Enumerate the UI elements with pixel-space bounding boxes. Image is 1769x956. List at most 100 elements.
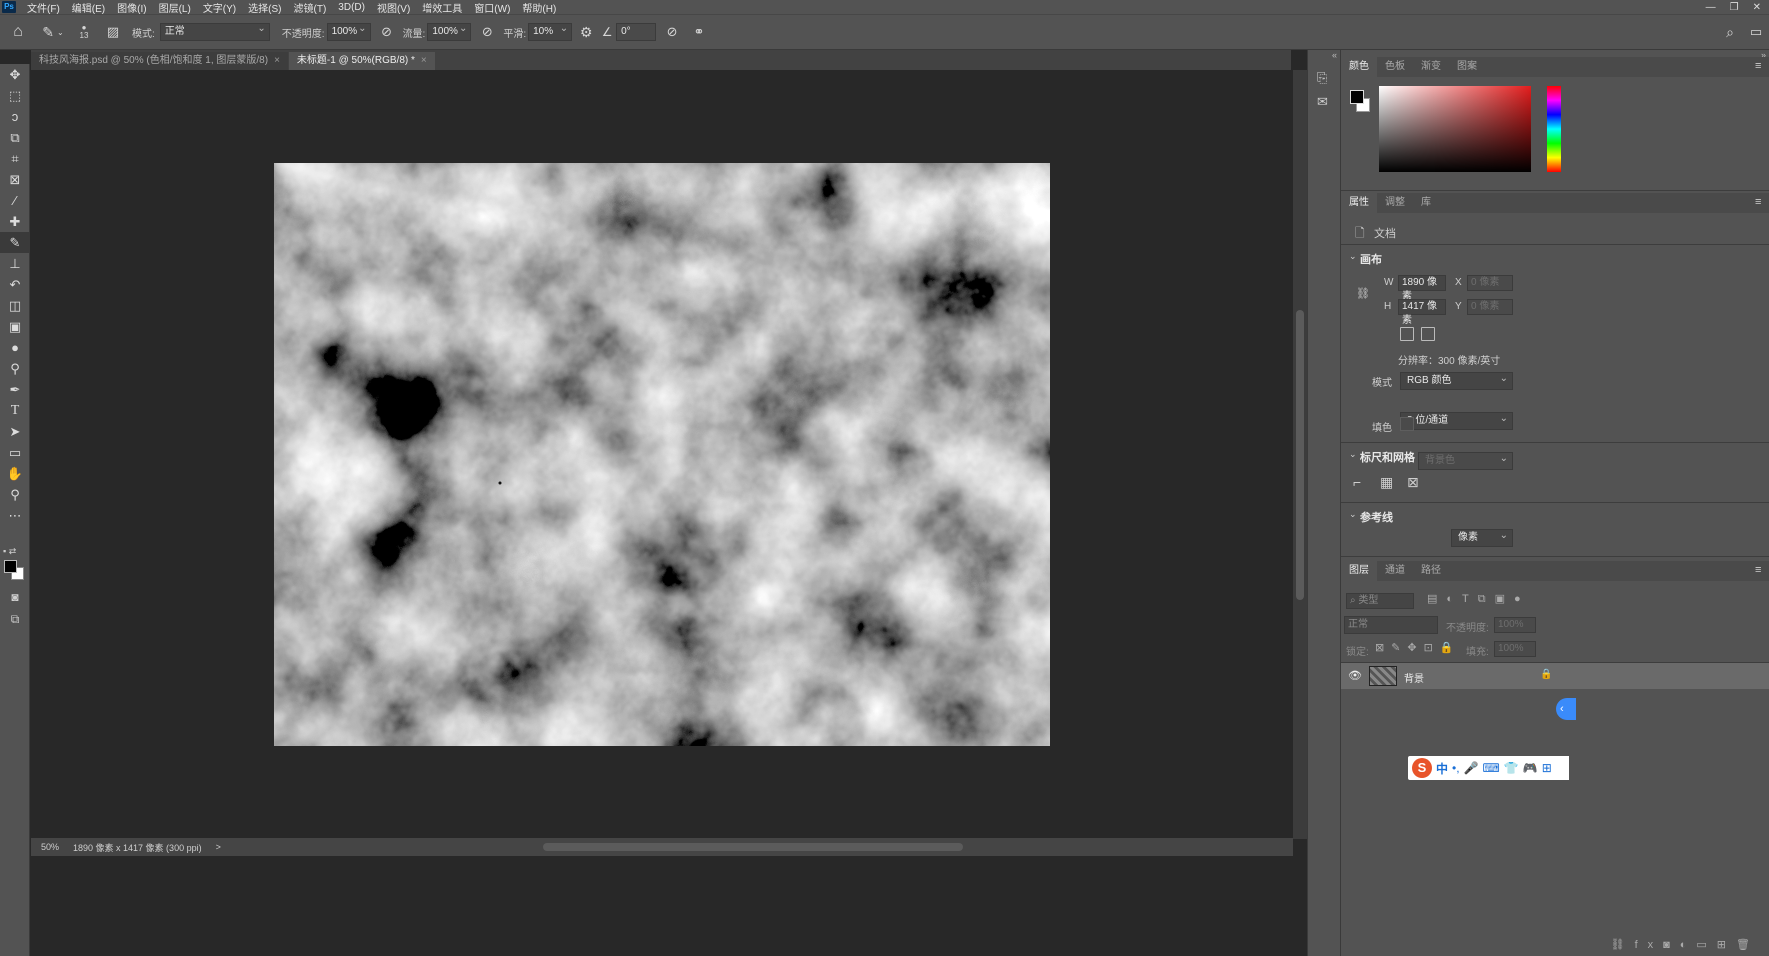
x-input[interactable]: 0 像素 bbox=[1467, 275, 1513, 291]
ime-punct-icon[interactable]: •, bbox=[1452, 761, 1460, 775]
opacity-input[interactable]: 100% bbox=[326, 21, 371, 41]
brush-panel-icon[interactable]: ▨ bbox=[98, 24, 128, 40]
collapse-icon[interactable]: « bbox=[1308, 50, 1341, 60]
quick-mask-icon[interactable]: ◙ bbox=[0, 590, 30, 604]
hand-tool-icon[interactable]: ✋ bbox=[0, 463, 30, 484]
layers-footer-icons[interactable]: ⛓fx◙◐▭⊞🗑 bbox=[1341, 938, 1769, 956]
zoom-tool-icon[interactable]: ⚲ bbox=[0, 484, 30, 505]
healing-brush-tool-icon[interactable]: ✚ bbox=[0, 211, 30, 232]
workspace-icon[interactable]: ▭ bbox=[1743, 24, 1769, 40]
layer-fill-input[interactable]: 100% bbox=[1494, 641, 1536, 657]
vertical-scrollbar[interactable] bbox=[1293, 70, 1307, 839]
color-field[interactable] bbox=[1379, 86, 1531, 172]
symmetry-icon[interactable]: ⚭ bbox=[688, 24, 710, 40]
portrait-orientation-icon[interactable] bbox=[1400, 327, 1414, 341]
stamp-tool-icon[interactable]: ⊥ bbox=[0, 253, 30, 274]
mode-select[interactable]: 正常 bbox=[159, 21, 270, 41]
microphone-icon[interactable]: 🎤 bbox=[1464, 761, 1479, 775]
eye-icon[interactable]: 👁 bbox=[1348, 669, 1362, 682]
keyboard-icon[interactable]: ⌨ bbox=[1483, 761, 1500, 775]
tab-gradients[interactable]: 渐变 bbox=[1413, 57, 1449, 77]
tab-paths[interactable]: 路径 bbox=[1413, 561, 1449, 581]
pen-tool-icon[interactable]: ✒ bbox=[0, 379, 30, 400]
status-menu-icon[interactable]: > bbox=[216, 842, 221, 852]
chevron-down-icon[interactable]: ⌄ bbox=[1349, 251, 1357, 262]
menu-help[interactable]: 帮助(H) bbox=[516, 0, 562, 15]
layer-name[interactable]: 背景 bbox=[1404, 670, 1424, 685]
swap-colors-icon[interactable]: ▪ ⇄ bbox=[3, 546, 27, 558]
brush-tool-icon[interactable]: ✎ bbox=[0, 232, 30, 253]
object-select-tool-icon[interactable]: ⧉ bbox=[0, 127, 30, 148]
tab-swatches[interactable]: 色板 bbox=[1377, 57, 1413, 77]
fg-color-swatch[interactable] bbox=[1350, 90, 1364, 104]
scrollbar-thumb[interactable] bbox=[1296, 310, 1304, 600]
tab-properties[interactable]: 属性 bbox=[1341, 193, 1377, 213]
restore-icon[interactable]: ❐ bbox=[1730, 2, 1739, 13]
gear-icon[interactable]: ⚙ bbox=[572, 24, 600, 41]
menu-window[interactable]: 窗口(W) bbox=[468, 0, 516, 15]
tab-patterns[interactable]: 图案 bbox=[1449, 57, 1485, 77]
smoothing-input[interactable]: 10% bbox=[528, 21, 573, 41]
menu-select[interactable]: 选择(S) bbox=[242, 0, 287, 15]
angle-input[interactable]: 0° bbox=[616, 23, 657, 41]
menu-file[interactable]: 文件(F) bbox=[21, 0, 66, 15]
pressure-opacity-icon[interactable]: ⊘ bbox=[371, 24, 403, 40]
tab-libraries[interactable]: 库 bbox=[1413, 193, 1439, 213]
dodge-tool-icon[interactable]: ⚲ bbox=[0, 358, 30, 379]
path-select-tool-icon[interactable]: ➤ bbox=[0, 421, 30, 442]
grid-menu-icon[interactable]: ⊞ bbox=[1542, 761, 1552, 775]
foreground-color-swatch[interactable] bbox=[4, 560, 17, 573]
chevron-down-icon[interactable]: ⌄ bbox=[1349, 509, 1357, 520]
game-icon[interactable]: 🎮 bbox=[1523, 761, 1538, 775]
link-icon[interactable]: ⛓ bbox=[1356, 287, 1370, 300]
close-icon[interactable]: ✕ bbox=[1753, 2, 1761, 13]
menu-plugins[interactable]: 增效工具 bbox=[416, 0, 468, 15]
grid-icon[interactable]: ▦ bbox=[1380, 474, 1393, 491]
tab-adjustments[interactable]: 调整 bbox=[1377, 193, 1413, 213]
pixel-grid-icon[interactable]: ⊠ bbox=[1407, 474, 1419, 491]
move-tool-icon[interactable]: ✥ bbox=[0, 64, 30, 85]
ime-toolbar[interactable]: S 中 •, 🎤 ⌨ 👕 🎮 ⊞ bbox=[1408, 756, 1569, 780]
y-input[interactable]: 0 像素 bbox=[1467, 299, 1513, 315]
layer-opacity-input[interactable]: 100% bbox=[1494, 617, 1536, 633]
eraser-tool-icon[interactable]: ◫ bbox=[0, 295, 30, 316]
landscape-orientation-icon[interactable] bbox=[1421, 327, 1435, 341]
panel-menu-icon[interactable]: ≡ bbox=[1755, 196, 1761, 208]
fill-swatch[interactable] bbox=[1400, 417, 1414, 431]
layer-filter-select[interactable]: ⌕ 类型 bbox=[1346, 593, 1414, 609]
more-tools-icon[interactable]: ⋯ bbox=[0, 505, 30, 526]
tab-poster-document[interactable]: 科技风海报.psd @ 50% (色相/饱和度 1, 图层蒙版/8) × bbox=[31, 52, 288, 70]
zoom-level[interactable]: 50% bbox=[41, 842, 59, 852]
canvas-workspace[interactable] bbox=[31, 70, 1293, 839]
blur-tool-icon[interactable]: ● bbox=[0, 337, 30, 358]
brush-preset-icon[interactable]: ✎ ⌄ bbox=[36, 24, 70, 41]
brush-size-picker[interactable]: ● 13 bbox=[70, 24, 98, 40]
tab-color[interactable]: 颜色 bbox=[1341, 57, 1377, 77]
close-tab-icon[interactable]: × bbox=[421, 55, 427, 66]
tab-layers[interactable]: 图层 bbox=[1341, 561, 1377, 581]
menu-type[interactable]: 文字(Y) bbox=[197, 0, 242, 15]
width-input[interactable]: 1890 像素 bbox=[1398, 275, 1446, 302]
height-input[interactable]: 1417 像素 bbox=[1398, 299, 1446, 326]
minimize-icon[interactable]: — bbox=[1706, 2, 1716, 13]
gradient-tool-icon[interactable]: ▣ bbox=[0, 316, 30, 337]
lock-icons[interactable]: ⊠✎✥⊡🔒 bbox=[1375, 641, 1461, 654]
marquee-tool-icon[interactable]: ⬚ bbox=[0, 85, 30, 106]
pressure-size-icon[interactable]: ⊘ bbox=[656, 24, 688, 40]
lasso-tool-icon[interactable]: ↄ bbox=[0, 106, 30, 127]
layer-filter-icons[interactable]: ▤◐T⧉▣● bbox=[1427, 592, 1530, 606]
horizontal-scrollbar[interactable] bbox=[543, 843, 963, 851]
menu-edit[interactable]: 编辑(E) bbox=[66, 0, 111, 15]
panel-menu-icon[interactable]: ≡ bbox=[1755, 564, 1761, 576]
flow-input[interactable]: 100% bbox=[427, 21, 472, 41]
blend-mode-select[interactable]: 正常 bbox=[1344, 616, 1438, 634]
screen-mode-icon[interactable]: ⧉ bbox=[0, 612, 30, 627]
bit-depth-select[interactable]: 8 位/通道 bbox=[1400, 411, 1513, 430]
menu-filter[interactable]: 滤镜(T) bbox=[288, 0, 333, 15]
tab-untitled-document[interactable]: 未标题-1 @ 50%(RGB/8) * × bbox=[288, 52, 435, 70]
eyedropper-tool-icon[interactable]: ⁄ bbox=[0, 190, 30, 211]
fill-select[interactable]: 背景色 bbox=[1418, 451, 1513, 470]
menu-view[interactable]: 视图(V) bbox=[371, 0, 416, 15]
menu-image[interactable]: 图像(I) bbox=[111, 0, 152, 15]
hue-slider[interactable] bbox=[1547, 86, 1561, 172]
